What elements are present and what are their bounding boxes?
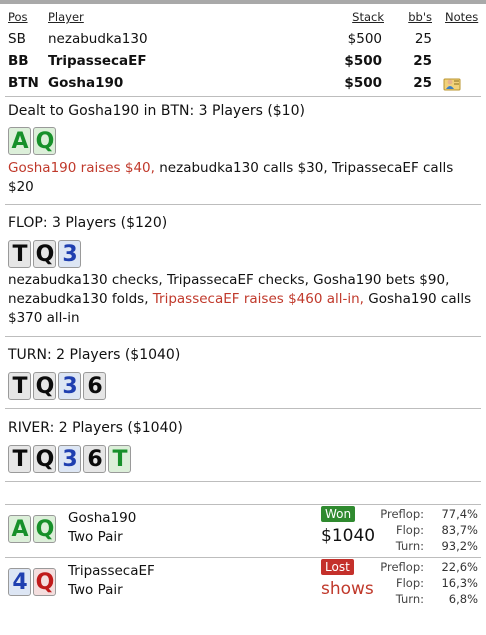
player-stack: $500 [344,75,382,91]
header-bbs[interactable]: bb's [408,10,432,24]
showdown-cards: 4Q [8,568,56,596]
result-player-name: Gosha190 [68,510,137,526]
showdown-cards: AQ [8,515,56,543]
player-stack: $500 [347,31,382,47]
player-bbs: 25 [414,31,432,47]
card-6-spade: 6 [83,445,106,473]
turn-section: TURN: 2 Players ($1040) TQ36 [0,337,486,400]
card-T-spade: T [8,445,31,473]
equity-label: Turn: [395,592,424,606]
preflop-actions: Gosha190 raises $40, nezabudka130 calls … [8,159,478,197]
player-name: TripassecaEF [48,53,147,69]
player-pos: BTN [8,75,39,91]
equity-label: Flop: [395,576,424,590]
players-table: Pos Player Stack bb's Notes SB nezabudka1… [0,4,486,96]
result-badge: Won [321,506,356,522]
card-Q-spade: Q [33,372,56,400]
equity-value: 16,3% [441,576,478,590]
result-amount: shows [321,579,374,599]
player-name: nezabudka130 [48,31,148,47]
player-stack: $500 [344,53,382,69]
flop-section: FLOP: 3 Players ($120) TQ3 nezabudka130 … [0,205,486,328]
equity-value: 6,8% [448,592,478,606]
equity-label: Flop: [395,523,424,537]
hero-cards: AQ [8,127,478,155]
card-A-club: A [8,515,31,543]
card-3-diamond: 3 [58,372,81,400]
card-3-diamond: 3 [58,445,81,473]
equity-label: Turn: [395,539,424,553]
card-Q-spade: Q [33,445,56,473]
result-row: 4 Q TripassecaEF Two Pair Lost shows Preflop: 2… [0,558,486,611]
equity-label: Preflop: [380,507,424,521]
header-notes[interactable]: Notes [445,10,478,24]
player-pos: BB [8,53,29,69]
equity-value: 83,7% [441,523,478,537]
result-player-name: TripassecaEF [68,563,155,579]
result-hand: Two Pair [68,582,123,598]
turn-board: TQ36 [8,372,478,400]
result-badge: Lost [321,559,354,575]
card-6-spade: 6 [83,372,106,400]
preflop-section: Dealt to Gosha190 in BTN: 3 Players ($10… [0,97,486,197]
card-Q-club: Q [33,127,56,155]
result-row: A Q Gosha190 Two Pair Won $1040 Preflop: 77,4% F… [0,505,486,557]
card-Q-club: Q [33,515,56,543]
card-A-club: A [8,127,31,155]
card-T-spade: T [8,372,31,400]
preflop-title: Dealt to Gosha190 in BTN: 3 Players ($10… [8,103,305,119]
river-board: TQ36T [8,445,478,473]
header-stack[interactable]: Stack [352,10,384,24]
flop-board: TQ3 [8,240,478,268]
card-Q-spade: Q [33,240,56,268]
card-T-club: T [108,445,131,473]
player-row[interactable]: BTN Gosha190 $500 25 [0,75,486,95]
player-name: Gosha190 [48,75,124,91]
player-bbs: 25 [413,53,432,69]
river-title: RIVER: 2 Players ($1040) [8,420,183,436]
flop-title: FLOP: 3 Players ($120) [8,215,168,231]
result-amount: $1040 [321,526,376,546]
player-row[interactable]: BB TripassecaEF $500 25 [0,53,486,73]
result-hand: Two Pair [68,529,123,545]
table-header: Pos Player Stack bb's Notes [0,10,486,24]
flop-actions: nezabudka130 checks, TripassecaEF checks… [8,271,478,328]
equity-value: 77,4% [441,507,478,521]
river-section: RIVER: 2 Players ($1040) TQ36T [0,409,486,473]
header-pos[interactable]: Pos [8,10,28,24]
player-note-icon[interactable] [443,76,461,96]
equity-value: 22,6% [441,560,478,574]
turn-title: TURN: 2 Players ($1040) [8,347,181,363]
card-3-diamond: 3 [58,240,81,268]
action-text: Gosha190 raises $40, [8,160,155,176]
player-pos: SB [8,31,26,47]
card-4-diamond: 4 [8,568,31,596]
action-text: TripassecaEF raises $460 all-in, [152,291,364,307]
player-row[interactable]: SB nezabudka130 $500 25 [0,31,486,51]
equity-label: Preflop: [380,560,424,574]
player-bbs: 25 [413,75,432,91]
card-T-spade: T [8,240,31,268]
card-Q-heart: Q [33,568,56,596]
header-player[interactable]: Player [48,10,84,24]
equity-value: 93,2% [441,539,478,553]
